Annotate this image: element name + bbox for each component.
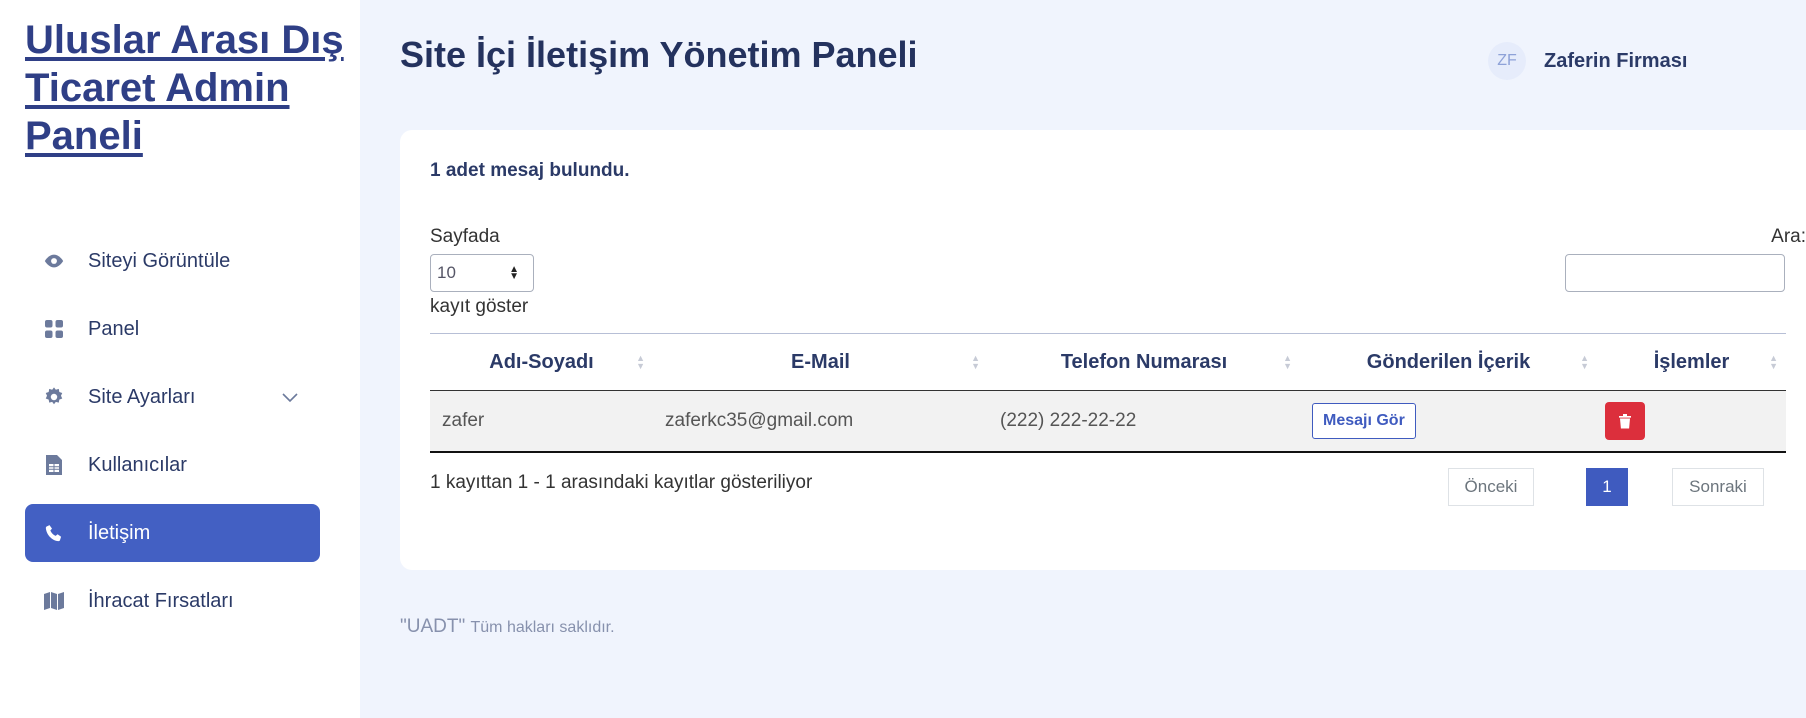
sidebar-item-label: Site Ayarları xyxy=(88,385,196,408)
sort-icon: ▲ ▼ xyxy=(971,353,980,371)
messages-table: Adı-Soyadı ▲ ▼ E-Mail ▲ ▼ Telefon Numarası ▲ ▼… xyxy=(430,333,1786,453)
footer-brand: "UADT" xyxy=(400,616,466,637)
select-arrows-icon: ▲ ▼ xyxy=(509,264,519,282)
sidebar-item-label: Panel xyxy=(88,317,140,340)
message-count: 1 adet mesaj bulundu. xyxy=(430,160,630,181)
pagination-next[interactable]: Sonraki xyxy=(1672,468,1764,506)
table-info: 1 kayıttan 1 - 1 arasındaki kayıtlar gös… xyxy=(430,472,813,493)
sidebar-nav: Siteyi Görüntüle Panel Site Ayarları Kul… xyxy=(25,232,320,640)
sidebar-item-export-opportunities[interactable]: İhracat Fırsatları xyxy=(25,572,320,630)
chevron-down-icon xyxy=(282,386,298,409)
brand-title[interactable]: Uluslar Arası Dış Ticaret Admin Paneli xyxy=(25,16,345,160)
sidebar-item-panel[interactable]: Panel xyxy=(25,300,320,358)
page-title: Site İçi İletişim Yönetim Paneli xyxy=(400,34,918,75)
cell-email: zaferkc35@gmail.com xyxy=(653,390,988,453)
table-header-row: Adı-Soyadı ▲ ▼ E-Mail ▲ ▼ Telefon Numarası ▲ ▼… xyxy=(430,333,1786,391)
delete-button[interactable] xyxy=(1605,402,1645,440)
sort-icon: ▲ ▼ xyxy=(1580,353,1589,371)
phone-icon xyxy=(43,522,65,544)
search-input[interactable] xyxy=(1565,254,1785,292)
cell-actions xyxy=(1597,390,1786,453)
column-header-actions[interactable]: İşlemler ▲ ▼ xyxy=(1597,333,1786,391)
sort-icon: ▲ ▼ xyxy=(1769,353,1778,371)
pagination-prev[interactable]: Önceki xyxy=(1448,468,1534,506)
sidebar-item-label: İhracat Fırsatları xyxy=(88,589,234,612)
search-label: Ara: xyxy=(1771,226,1806,247)
page-length-value: 10 xyxy=(437,263,456,282)
sidebar-item-site-settings[interactable]: Site Ayarları xyxy=(25,368,320,426)
column-header-name[interactable]: Adı-Soyadı ▲ ▼ xyxy=(430,333,653,391)
file-table-icon xyxy=(43,454,65,476)
sort-icon: ▲ ▼ xyxy=(636,353,645,371)
length-label-top: Sayfada xyxy=(430,226,500,247)
grid-icon xyxy=(43,318,65,340)
cell-name: zafer xyxy=(430,390,653,453)
footer: "UADT" Tüm hakları saklıdır. xyxy=(400,616,615,638)
sidebar-item-view-site[interactable]: Siteyi Görüntüle xyxy=(25,232,320,290)
sidebar-item-label: Siteyi Görüntüle xyxy=(88,249,231,272)
messages-card: 1 adet mesaj bulundu. Sayfada 10 ▲ ▼ kayı… xyxy=(400,130,1806,570)
table-row: zafer zaferkc35@gmail.com (222) 222-22-2… xyxy=(430,390,1786,453)
cell-content: Mesajı Gör xyxy=(1300,390,1597,453)
length-label-bottom: kayıt göster xyxy=(430,296,529,317)
map-icon xyxy=(43,590,65,612)
eye-icon xyxy=(43,250,65,272)
column-header-content[interactable]: Gönderilen İçerik ▲ ▼ xyxy=(1300,333,1597,391)
sidebar-item-contact[interactable]: İletişim xyxy=(25,504,320,562)
column-header-email[interactable]: E-Mail ▲ ▼ xyxy=(653,333,988,391)
sidebar-item-users[interactable]: Kullanıcılar xyxy=(25,436,320,494)
footer-text: Tüm hakları saklıdır. xyxy=(470,619,615,636)
page-length-select[interactable]: 10 ▲ ▼ xyxy=(430,254,534,292)
avatar: ZF xyxy=(1488,42,1526,80)
sidebar-item-label: İletişim xyxy=(88,521,151,544)
user-name: Zaferin Firması xyxy=(1544,49,1688,72)
sidebar: Uluslar Arası Dış Ticaret Admin Paneli S… xyxy=(0,0,360,718)
trash-icon xyxy=(1619,414,1631,429)
sort-icon: ▲ ▼ xyxy=(1283,353,1292,371)
sidebar-item-label: Kullanıcılar xyxy=(88,453,187,476)
pagination-page-1[interactable]: 1 xyxy=(1586,468,1628,506)
user-menu[interactable]: ZF Zaferin Firması xyxy=(1488,42,1687,80)
cell-phone: (222) 222-22-22 xyxy=(988,390,1300,453)
gear-icon xyxy=(43,386,65,408)
column-header-phone[interactable]: Telefon Numarası ▲ ▼ xyxy=(988,333,1300,391)
view-message-button[interactable]: Mesajı Gör xyxy=(1312,403,1416,439)
